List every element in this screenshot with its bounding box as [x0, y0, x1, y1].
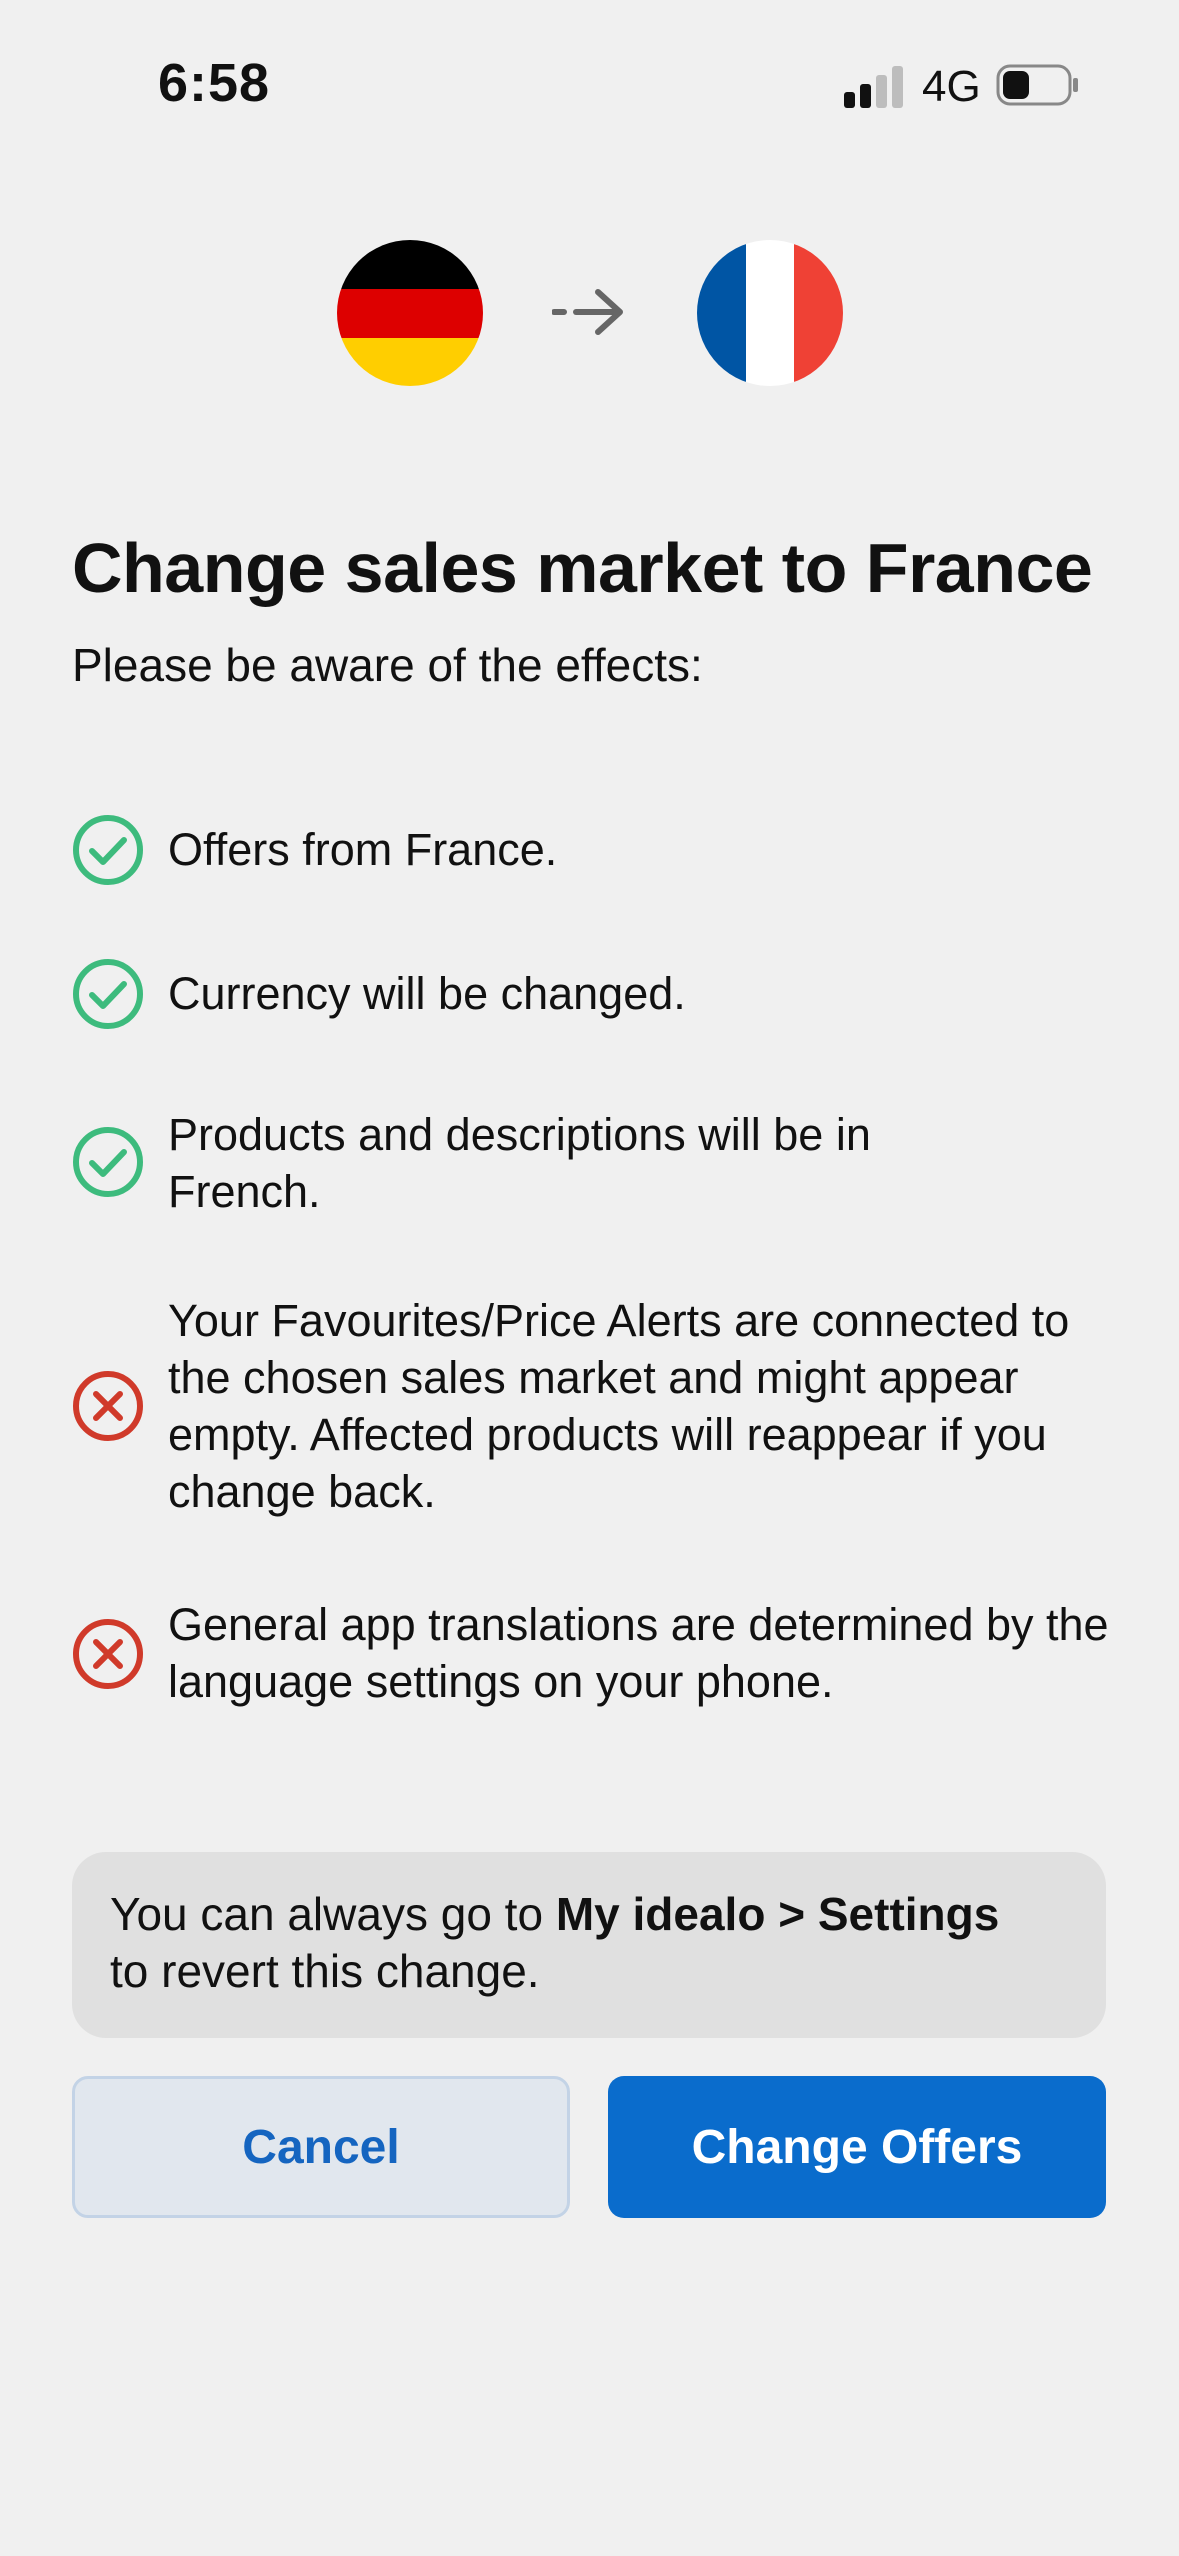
info-prefix: You can always go to [110, 1888, 556, 1940]
germany-flag-icon [337, 240, 483, 386]
battery-icon [996, 64, 1078, 106]
x-circle-icon [73, 1371, 143, 1441]
arrow-right-icon [552, 289, 623, 335]
check-circle-icon [73, 1127, 143, 1197]
x-circle-icon [73, 1619, 143, 1689]
effect-item: Offers from France. [72, 814, 1112, 886]
effect-text: Currency will be changed. [168, 968, 686, 1019]
status-bar: 6:58 4G [0, 0, 1179, 150]
info-box: You can always go to My idealo > Setting… [72, 1852, 1106, 2038]
status-time: 6:58 [158, 53, 271, 113]
effect-item: Currency will be changed. [72, 958, 1112, 1030]
cancel-button[interactable]: Cancel [72, 2076, 570, 2218]
settings-path: My idealo > Settings [555, 1888, 1000, 1940]
page-subtitle: Please be aware of the effects: [72, 639, 703, 691]
change-offers-button[interactable]: Change Offers [608, 2076, 1106, 2218]
check-circle-icon [73, 959, 143, 1029]
cellular-signal-icon [844, 66, 903, 108]
effect-text: General app translations are determined … [168, 1599, 1109, 1707]
effect-text: Your Favourites/Price Alerts are connect… [168, 1295, 1070, 1517]
effect-text: Products and descriptions will be in Fre… [168, 1109, 871, 1217]
check-circle-icon [73, 815, 143, 885]
info-text: You can always go to My idealo > Setting… [110, 1886, 1090, 2000]
france-flag-icon [697, 240, 843, 386]
info-suffix: to revert this change. [110, 1945, 540, 1997]
market-change-header [0, 236, 1179, 386]
effect-item: Your Favourites/Price Alerts are connect… [72, 1290, 1112, 1530]
effect-text: Offers from France. [168, 824, 558, 875]
effect-item: Products and descriptions will be in Fre… [72, 1104, 1112, 1228]
page-title: Change sales market to France [72, 529, 1093, 607]
effect-item: General app translations are determined … [72, 1594, 1112, 1718]
network-type: 4G [922, 62, 981, 111]
